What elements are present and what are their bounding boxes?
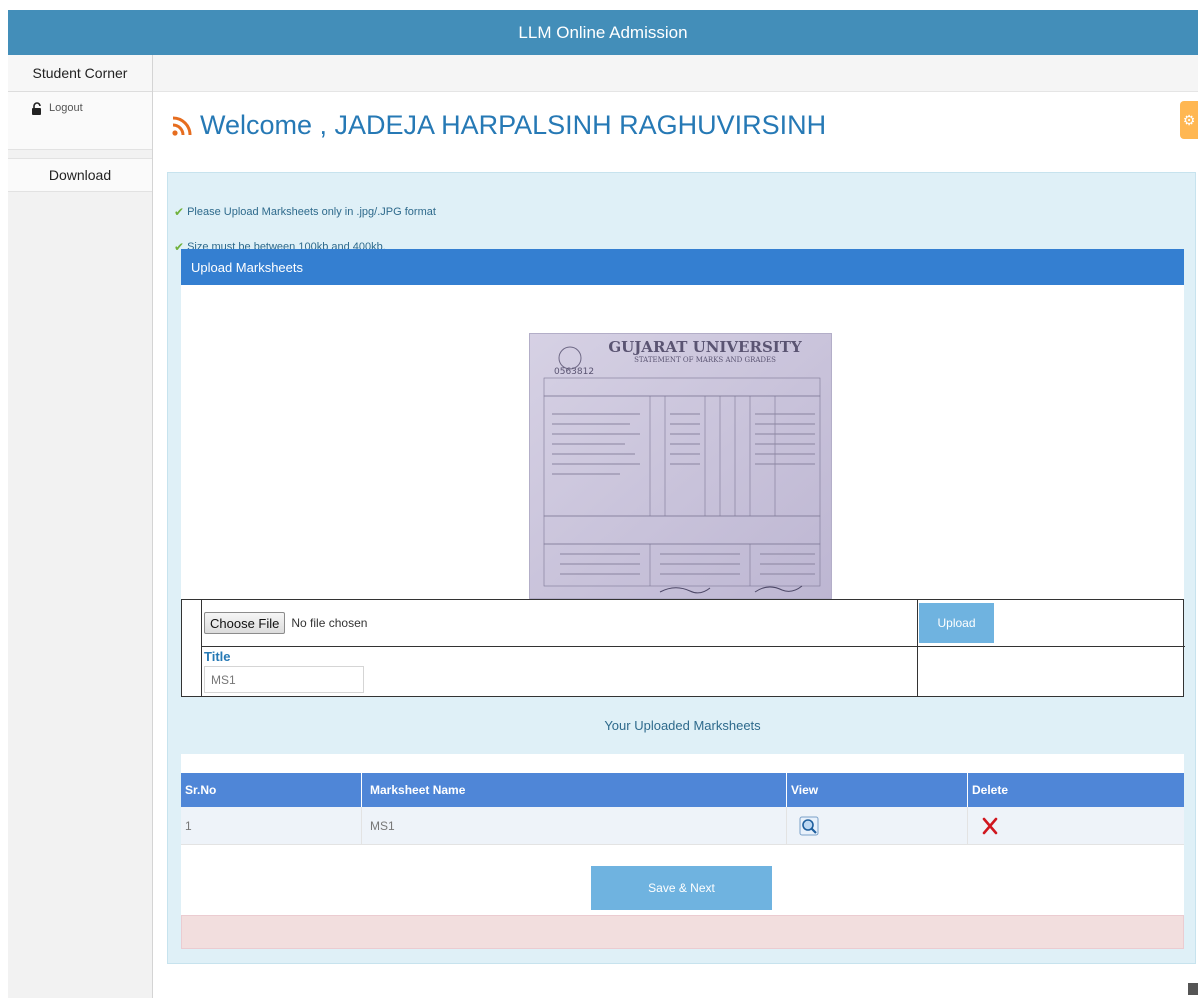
- marksheet-number: 0563812: [554, 367, 594, 377]
- app-title-bar: LLM Online Admission: [8, 10, 1198, 55]
- save-and-next-button[interactable]: Save & Next: [591, 866, 772, 910]
- gear-icon: ⚙: [1182, 111, 1196, 128]
- title-input[interactable]: [204, 666, 364, 693]
- upload-box: Upload Marksheets GUJARAT UNIVERSITY STA…: [181, 249, 1185, 917]
- choose-file-button[interactable]: Choose File: [204, 612, 286, 634]
- logout-link[interactable]: Logout: [8, 92, 152, 150]
- row-sr-no: 1: [181, 807, 362, 844]
- magnifier-icon[interactable]: [799, 816, 819, 836]
- close-x-icon[interactable]: [980, 816, 1000, 836]
- app-title: LLM Online Admission: [518, 22, 688, 42]
- sidebar-divider: [8, 150, 152, 158]
- lock-open-icon: [30, 102, 44, 116]
- page-title: Welcome , JADEJA HARPALSINH RAGHUVIRSINH: [170, 110, 826, 141]
- sidebar-item-download[interactable]: Download: [8, 158, 152, 192]
- alert-strip: [181, 915, 1184, 949]
- sidebar: Student Corner Logout Download: [8, 55, 153, 998]
- uploaded-marksheets-table: Sr.No Marksheet Name View Delete 1 MS1: [181, 773, 1184, 845]
- column-delete: Delete: [972, 783, 1009, 797]
- welcome-text: Welcome , JADEJA HARPALSINH RAGHUVIRSINH: [200, 110, 827, 140]
- delete-cell: [968, 807, 1184, 844]
- upload-header: Upload Marksheets: [181, 249, 1184, 285]
- content-panel: ✔ Please Upload Marksheets only in .jpg/…: [167, 172, 1196, 964]
- corner-mark: [1188, 983, 1198, 995]
- rss-icon: [170, 114, 194, 138]
- form-gutter: [182, 600, 202, 698]
- marksheet-heading: GUJARAT UNIVERSITY: [608, 338, 802, 356]
- table-header: Sr.No Marksheet Name View Delete: [181, 773, 1184, 807]
- column-view: View: [787, 773, 968, 807]
- column-marksheet-name: Marksheet Name: [362, 773, 787, 807]
- no-file-text: No file chosen: [291, 616, 368, 630]
- marksheet-preview-image: GUJARAT UNIVERSITY STATEMENT OF MARKS AN…: [529, 333, 832, 599]
- table-row: 1 MS1: [181, 807, 1184, 845]
- breadcrumb-bar: [153, 55, 1198, 92]
- format-note-text: Please Upload Marksheets only in .jpg/.J…: [187, 206, 436, 218]
- row-marksheet-name: MS1: [362, 807, 787, 844]
- marksheet-subheading: STATEMENT OF MARKS AND GRADES: [634, 356, 776, 364]
- file-picker: Choose File No file chosen: [202, 600, 918, 647]
- column-sr-no: Sr.No: [181, 773, 362, 807]
- format-note: ✔ Please Upload Marksheets only in .jpg/…: [174, 205, 436, 219]
- check-icon: ✔: [174, 205, 185, 219]
- title-label: Title: [204, 649, 231, 664]
- logout-label: Logout: [49, 102, 83, 114]
- settings-toggle[interactable]: ⚙: [1180, 101, 1198, 139]
- uploaded-marksheets-heading: Your Uploaded Marksheets: [181, 697, 1184, 754]
- title-cell: Title: [202, 647, 918, 698]
- view-cell: [787, 807, 968, 844]
- sidebar-title: Student Corner: [8, 55, 152, 92]
- upload-button[interactable]: Upload: [919, 603, 994, 643]
- upload-form: Choose File No file chosen Upload Title: [181, 599, 1185, 698]
